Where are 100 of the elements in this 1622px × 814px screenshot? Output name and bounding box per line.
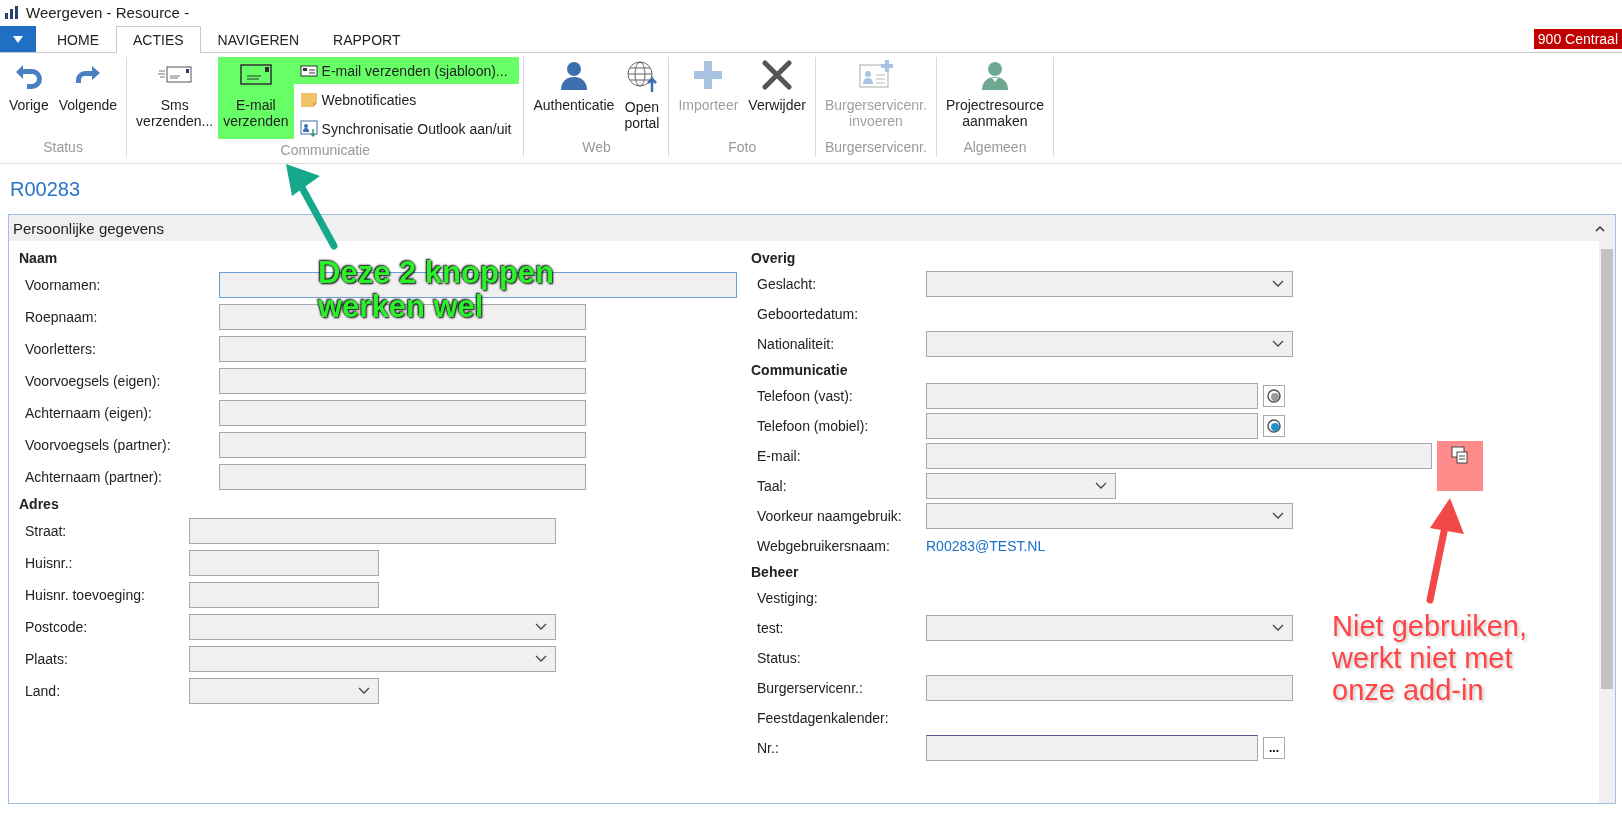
note-icon (299, 91, 318, 108)
field-label: Telefoon (vast): (756, 388, 854, 404)
chevron-down-icon (535, 655, 547, 663)
field-label: Achternaam (eigen): (24, 405, 153, 421)
field-label: Huisnr. toevoeging: (24, 587, 146, 603)
section-heading: Adres (19, 495, 59, 514)
ribbon-group-label: Status (42, 139, 84, 157)
field-label: Huisnr.: (24, 555, 74, 571)
field-label: Geboortedatum: (756, 306, 860, 322)
input-field[interactable] (926, 443, 1432, 469)
field-label: Postcode: (24, 619, 89, 635)
field-label: Land: (24, 683, 62, 699)
record-number: R00283 (10, 177, 81, 201)
dropdown-field[interactable] (926, 615, 1293, 641)
ribbon-group-label: Communicatie (279, 142, 371, 158)
field-label: Webgebruikersnaam: (756, 538, 891, 554)
input-field[interactable] (926, 383, 1258, 409)
section-heading: Communicatie (751, 361, 848, 380)
input-field[interactable] (219, 400, 586, 426)
input-field[interactable] (926, 413, 1258, 439)
chevron-down-icon (535, 623, 547, 631)
ribbon-tab[interactable]: NAVIGEREN (200, 26, 316, 53)
section-heading: Overig (751, 249, 796, 268)
ribbon-button[interactable]: Synchronisatie Outlook aan/uit (293, 115, 520, 142)
field-label: Achternaam (partner): (24, 469, 163, 485)
field-label: test: (756, 620, 785, 636)
plus-icon (692, 59, 725, 91)
input-field[interactable] (219, 336, 586, 362)
field-label: Voornamen: (24, 277, 102, 293)
lookup-button[interactable]: ... (1263, 737, 1285, 759)
chevron-up-icon (1595, 224, 1605, 232)
dropdown-field[interactable] (926, 503, 1293, 529)
field-label: Burgerservicenr.: (756, 680, 864, 696)
username-link[interactable]: R00283@TEST.NL (926, 538, 1046, 554)
ribbon-tab[interactable]: RAPPORT (316, 26, 418, 53)
copy-icon (1450, 445, 1470, 465)
chevron-down-icon (358, 687, 370, 695)
field-label: Geslacht: (756, 276, 818, 292)
chevron-down-icon (1095, 482, 1107, 490)
field-label: E-mail: (756, 448, 802, 464)
dropdown-field[interactable] (926, 271, 1293, 297)
globe-icon (624, 59, 659, 93)
phone-button[interactable] (1263, 415, 1285, 437)
input-field[interactable] (189, 550, 379, 576)
ribbon-button[interactable]: Authenticatie (528, 57, 620, 139)
chevron-down-icon (1272, 280, 1284, 288)
field-label: Taal: (756, 478, 788, 494)
app-icon (4, 4, 20, 20)
field-label: Plaats: (24, 651, 69, 667)
ribbon-button[interactable]: Sms verzenden... (131, 57, 219, 139)
ribbon-tab[interactable]: ACTIES (116, 26, 201, 53)
ribbon-button[interactable]: Projectresource aanmaken (940, 57, 1049, 139)
ribbon-button[interactable]: E-mail verzenden (218, 57, 294, 139)
ribbon-button[interactable]: E-mail verzenden (sjabloon)... (293, 57, 520, 84)
id-card-icon (857, 59, 894, 91)
dropdown-field[interactable] (189, 646, 556, 672)
dropdown-field[interactable] (926, 473, 1116, 499)
ribbon-tab[interactable]: HOME (40, 26, 116, 53)
app-menu-button[interactable] (0, 26, 36, 52)
field-label: Vestiging: (756, 590, 819, 606)
ribbon-button[interactable]: Open portal (619, 57, 665, 139)
input-field[interactable] (926, 735, 1258, 761)
ribbon-group-label: Foto (727, 139, 758, 157)
ribbon-button[interactable]: Verwijder (743, 57, 811, 139)
contact-card-icon (299, 119, 318, 138)
chevron-down-icon (1272, 512, 1284, 520)
field-label: Straat: (24, 523, 68, 539)
dropdown-field[interactable] (926, 331, 1293, 357)
ribbon-button[interactable]: Vorige (4, 57, 54, 139)
input-field[interactable] (189, 518, 556, 544)
scrollbar[interactable] (1599, 241, 1615, 803)
ribbon-button[interactable]: Volgende (53, 57, 123, 139)
input-field[interactable] (926, 675, 1293, 701)
annotation-text: Niet gebruiken, werkt niet met onze add-in (1332, 610, 1528, 706)
input-field[interactable] (219, 432, 586, 458)
field-label: Status: (756, 650, 802, 666)
company-badge: 900 Centraal (1533, 29, 1622, 49)
field-label: Telefoon (mobiel): (756, 418, 870, 434)
dropdown-field[interactable] (189, 614, 556, 640)
input-field[interactable] (219, 464, 586, 490)
field-label: Voorvoegsels (partner): (24, 437, 172, 453)
ribbon-group-label: Web (581, 139, 612, 157)
window-title: Weergeven - Resource - (26, 3, 190, 21)
cross-icon (761, 59, 794, 91)
copy-button[interactable] (1437, 441, 1483, 491)
ribbon-group-label: Burgerservicenr. (823, 139, 928, 157)
input-field[interactable] (219, 368, 586, 394)
ribbon-button[interactable]: Webnotificaties (293, 86, 520, 113)
chevron-down-icon (1272, 624, 1284, 632)
panel-title: Persoonlijke gegevens (13, 219, 164, 237)
field-label: Voorkeur naamgebruik: (756, 508, 903, 524)
field-label: Nr.: (756, 740, 780, 756)
caret-icon (13, 35, 23, 43)
chevron-down-icon (1272, 340, 1284, 348)
phone-button[interactable] (1263, 385, 1285, 407)
field-label: Nationaliteit: (756, 336, 836, 352)
field-label: Voorvoegsels (eigen): (24, 373, 162, 389)
dropdown-field[interactable] (189, 678, 379, 704)
input-field[interactable] (189, 582, 379, 608)
envelope-icon (299, 63, 318, 78)
